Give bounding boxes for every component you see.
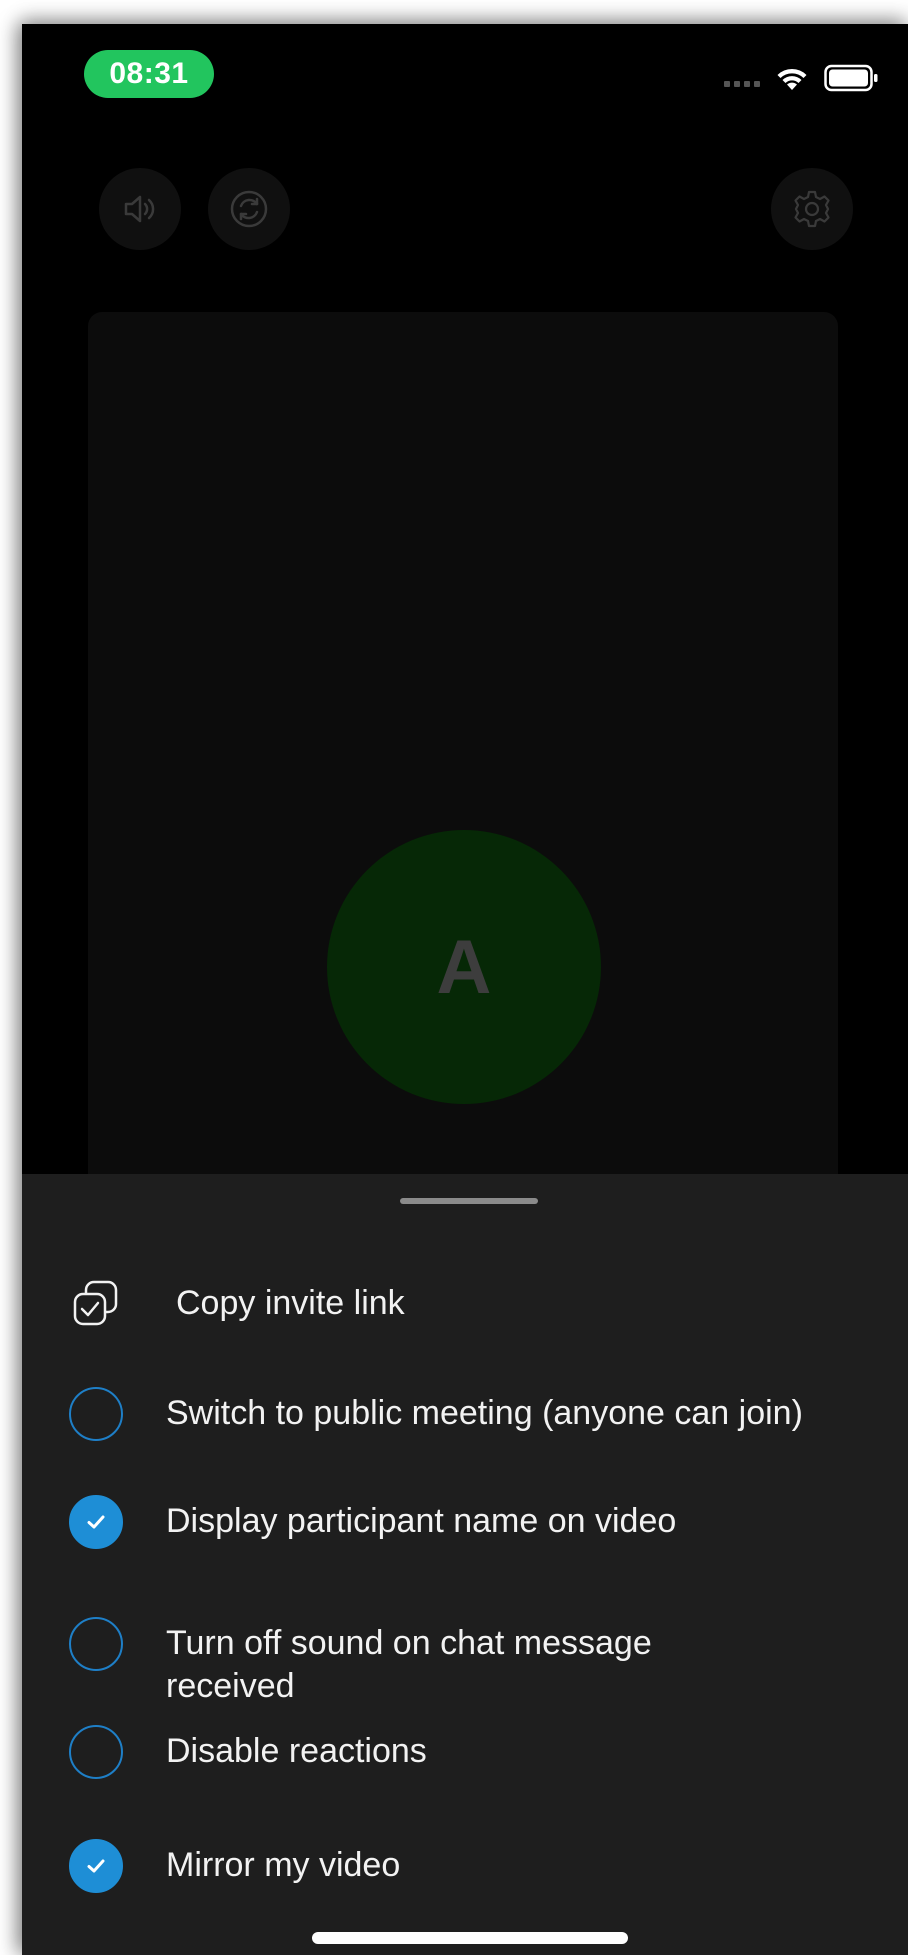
mirror-video-checkbox[interactable] (69, 1839, 123, 1893)
checkmark-icon (87, 1515, 105, 1529)
gear-icon (794, 190, 830, 228)
display-name-option[interactable]: Display participant name on video (66, 1492, 868, 1552)
participant-avatar: A (327, 830, 601, 1104)
copy-invite-link-label: Copy invite link (176, 1284, 405, 1322)
status-icons (724, 64, 880, 92)
chat-sound-option[interactable]: Turn off sound on chat message received (66, 1614, 868, 1708)
copy-link-icon (66, 1274, 126, 1334)
sheet-grabber[interactable] (400, 1198, 538, 1204)
copy-invite-link-item[interactable]: Copy invite link (66, 1274, 868, 1334)
speaker-button[interactable] (99, 168, 181, 250)
checkmark-icon (87, 1859, 105, 1873)
phone-screen: 08:31 A Copy invite link Switch to publi… (22, 24, 908, 1955)
public-meeting-label: Switch to public meeting (anyone can joi… (166, 1394, 803, 1432)
disable-reactions-label: Disable reactions (166, 1732, 427, 1770)
status-time: 08:31 (84, 50, 214, 98)
public-meeting-checkbox[interactable] (69, 1387, 123, 1441)
public-meeting-option[interactable]: Switch to public meeting (anyone can joi… (66, 1384, 868, 1444)
options-sheet: Copy invite link Switch to public meetin… (22, 1174, 908, 1955)
battery-icon (824, 64, 878, 92)
disable-reactions-checkbox[interactable] (69, 1725, 123, 1779)
chat-sound-label: Turn off sound on chat message received (166, 1624, 652, 1705)
settings-button[interactable] (771, 168, 853, 250)
wifi-icon (777, 68, 807, 90)
disable-reactions-option[interactable]: Disable reactions (66, 1722, 868, 1782)
switch-camera-button[interactable] (208, 168, 290, 250)
switch-camera-icon (230, 190, 268, 228)
home-indicator (312, 1932, 628, 1944)
display-name-checkbox[interactable] (69, 1495, 123, 1549)
mirror-video-label: Mirror my video (166, 1846, 401, 1884)
display-name-label: Display participant name on video (166, 1502, 677, 1540)
speaker-icon (124, 195, 155, 223)
cellular-signal-icon (724, 81, 760, 87)
mirror-video-option[interactable]: Mirror my video (66, 1836, 868, 1896)
chat-sound-checkbox[interactable] (69, 1617, 123, 1671)
